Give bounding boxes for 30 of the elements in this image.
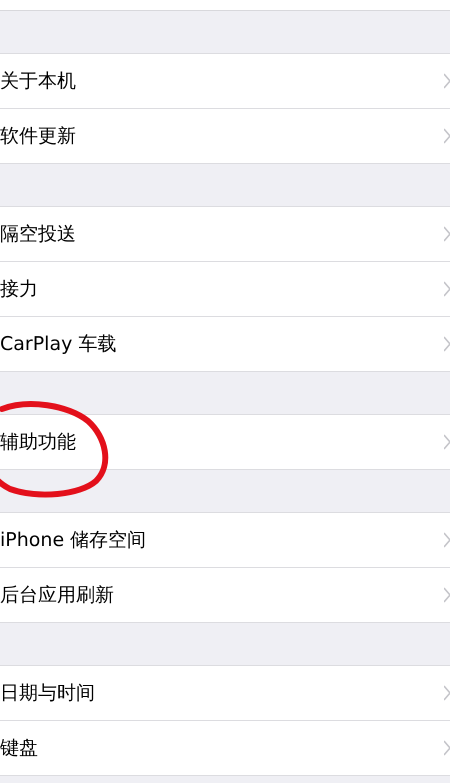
chevron-icon — [444, 685, 450, 701]
chevron-icon — [444, 740, 450, 756]
chevron-icon — [444, 336, 450, 352]
settings-row[interactable]: 辅助功能 — [0, 415, 450, 470]
settings-row[interactable]: CarPlay 车载 — [0, 317, 450, 372]
chevron-icon — [444, 587, 450, 603]
settings-row[interactable]: 后台应用刷新 — [0, 568, 450, 623]
chevron-icon — [444, 532, 450, 548]
chevron-icon — [444, 128, 450, 144]
settings-row[interactable]: 软件更新 — [0, 109, 450, 164]
settings-row[interactable]: 键盘 — [0, 721, 450, 776]
settings-row[interactable]: 接力 — [0, 262, 450, 317]
chevron-icon — [444, 434, 450, 450]
row-label: 键盘 — [0, 736, 38, 761]
row-label: CarPlay 车载 — [0, 332, 116, 357]
row-label: 后台应用刷新 — [0, 583, 114, 608]
chevron-icon — [444, 226, 450, 242]
chevron-icon — [444, 281, 450, 297]
chevron-icon — [444, 73, 450, 89]
row-label: 软件更新 — [0, 124, 76, 149]
row-label: 接力 — [0, 277, 38, 302]
settings-row[interactable]: 隔空投送 — [0, 207, 450, 262]
row-label: 隔空投送 — [0, 222, 76, 247]
settings-row[interactable]: iPhone 储存空间 — [0, 513, 450, 568]
row-label: iPhone 储存空间 — [0, 528, 146, 553]
settings-row[interactable]: 日期与时间 — [0, 666, 450, 721]
row-label: 日期与时间 — [0, 681, 95, 706]
settings-row[interactable]: 关于本机 — [0, 54, 450, 109]
row-label: 关于本机 — [0, 69, 76, 94]
row-label: 辅助功能 — [0, 430, 76, 455]
